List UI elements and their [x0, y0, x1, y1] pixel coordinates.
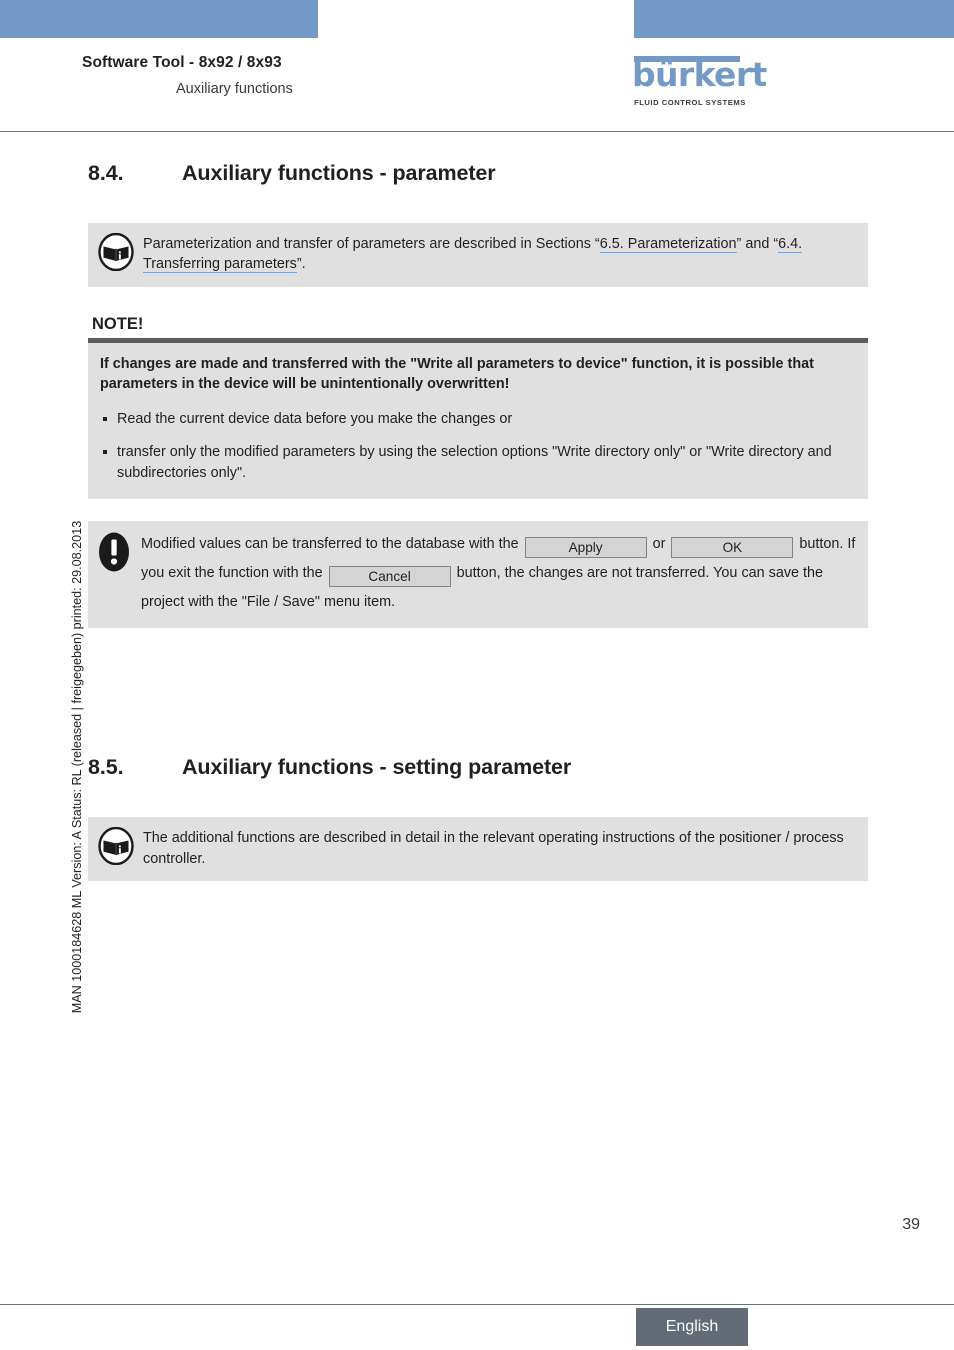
- side-imprint-text: MAN 1000184628 ML Version: A Status: RL …: [70, 520, 84, 1014]
- page-number: 39: [902, 1216, 920, 1233]
- ok-button[interactable]: OK: [671, 537, 794, 559]
- apply-button[interactable]: Apply: [524, 537, 647, 559]
- manual-icon: [98, 232, 134, 272]
- warning-box-transfer: Modified values can be transferred to th…: [88, 521, 868, 629]
- info-text-part-2: ” and “: [736, 235, 779, 252]
- logo-wordmark: bürkert: [632, 55, 767, 94]
- header-divider: [0, 131, 954, 132]
- footer-divider: [0, 1304, 954, 1305]
- section-heading-8-5: 8.5. Auxiliary functions - setting param…: [88, 754, 868, 781]
- header-subtitle: Auxiliary functions: [176, 81, 293, 97]
- warning-box-text: Modified values can be transferred to th…: [132, 530, 858, 617]
- top-accent-bar-right: [634, 0, 954, 38]
- warning-icon: [96, 530, 132, 574]
- info-box-parameterization-text: Parameterization and transfer of paramet…: [134, 233, 858, 275]
- note-block: NOTE! If changes are made and transferre…: [88, 314, 868, 500]
- warning-text-1: Modified values can be transferred to th…: [141, 536, 519, 553]
- cancel-button[interactable]: Cancel: [328, 566, 451, 588]
- logo-tagline: FLUID CONTROL SYSTEMS: [634, 98, 746, 107]
- note-list-item: Read the current device data before you …: [100, 409, 854, 429]
- top-accent-bar-left: [0, 0, 318, 38]
- note-label: NOTE!: [92, 314, 144, 333]
- section-heading-8-4: 8.4. Auxiliary functions - parameter: [88, 160, 868, 187]
- warning-text-or: or: [652, 536, 666, 553]
- section-title-8-5: Auxiliary functions - setting parameter: [182, 755, 572, 780]
- info-box-parameterization: Parameterization and transfer of paramet…: [88, 222, 868, 287]
- info-box-additional-functions: The additional functions are described i…: [88, 817, 868, 882]
- info-text-part-1: Parameterization and transfer of paramet…: [143, 235, 600, 252]
- page-header: Software Tool - 8x92 / 8x93 Auxiliary fu…: [0, 38, 954, 130]
- burkert-logo: bürkert FLUID CONTROL SYSTEMS: [632, 54, 822, 116]
- footer-language-badge: English: [636, 1308, 748, 1346]
- note-lead-text: If changes are made and transferred with…: [100, 355, 814, 393]
- xref-link-6-5[interactable]: 6.5. Parameterization: [599, 235, 737, 253]
- info-text-part-3: ”.: [296, 256, 306, 273]
- note-bullet-list: Read the current device data before you …: [100, 409, 854, 483]
- section-title-8-4: Auxiliary functions - parameter: [182, 161, 496, 185]
- xref-link-6-4-b[interactable]: Transferring parameters: [143, 256, 297, 274]
- page-content: 8.4. Auxiliary functions - parameter Par…: [88, 160, 868, 882]
- section-number-8-4: 8.4.: [88, 161, 124, 185]
- note-list-item: transfer only the modified parameters by…: [100, 442, 854, 483]
- section-number-8-5: 8.5.: [88, 755, 124, 780]
- note-body: If changes are made and transferred with…: [88, 342, 868, 500]
- manual-icon: [98, 827, 134, 866]
- warning-text-3: button, the changes are not transferred.: [456, 565, 710, 582]
- info-box-additional-functions-text: The additional functions are described i…: [143, 830, 844, 867]
- header-title: Software Tool - 8x92 / 8x93: [82, 54, 282, 71]
- xref-link-6-4-a[interactable]: 6.4.: [778, 235, 803, 253]
